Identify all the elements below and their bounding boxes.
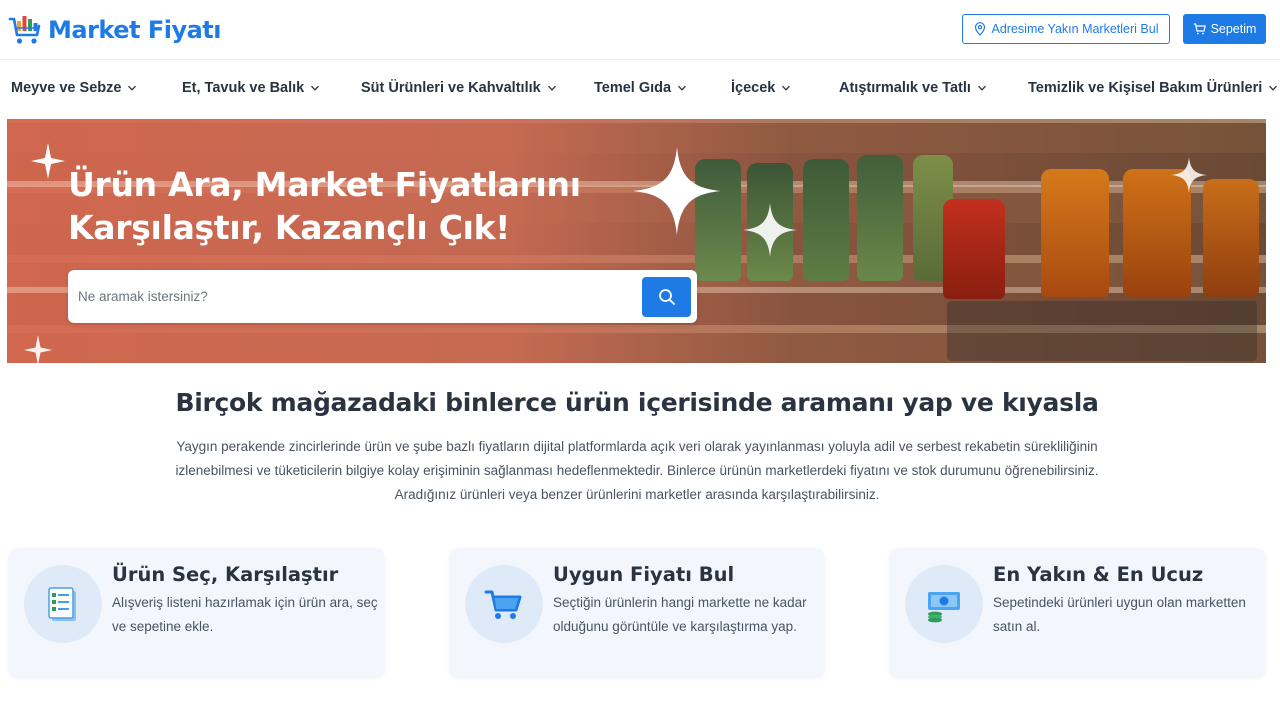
nav-item-label: Meyve ve Sebze [11,80,122,96]
nav-item-label: Atıştırmalık ve Tatlı [839,80,971,96]
find-nearby-markets-label: Adresime Yakın Marketleri Bul [991,22,1159,36]
chevron-down-icon [547,85,556,91]
hero-banner: Ürün Ara, Market Fiyatlarını Karşılaştır… [7,119,1266,363]
nav-item-label: Süt Ürünleri ve Kahvaltılık [361,80,541,96]
feature-title: Uygun Fiyatı Bul [553,563,735,586]
product-jar-image [1041,169,1109,297]
search-button[interactable] [642,276,691,317]
location-pin-icon [974,22,985,36]
nav-item-sut-urunleri[interactable]: Süt Ürünleri ve Kahvaltılık [361,60,557,116]
cart-button[interactable]: Sepetim [1183,14,1266,44]
chevron-down-icon [311,85,320,91]
feature-icon-wrap [905,565,983,643]
chevron-down-icon [977,85,986,91]
feature-card-compare: Ürün Seç, Karşılaştır Alışveriş listeni … [8,548,385,678]
shelf-shadow [947,301,1257,361]
feature-title: En Yakın & En Ucuz [993,563,1204,586]
checklist-icon [48,587,76,621]
hero-title-line-2: Karşılaştır, Kazançlı Çık! [68,208,511,247]
search-input[interactable] [78,289,642,304]
feature-icon-wrap [465,565,543,643]
hero-title: Ürün Ara, Market Fiyatlarını Karşılaştır… [68,163,588,249]
chevron-down-icon [678,85,687,91]
nav-item-label: Temizlik ve Kişisel Bakım Ürünleri [1028,80,1263,96]
feature-text: Sepetindeki ürünleri uygun olan markette… [993,595,1246,634]
nav-item-atistirmalik-tatli[interactable]: Atıştırmalık ve Tatlı [839,60,987,116]
feature-icon-wrap [24,565,102,643]
intro-title: Birçok mağazadaki binlerce ürün içerisin… [175,388,1099,417]
money-icon [928,592,960,623]
nav-item-temizlik-kisisel-bakim[interactable]: Temizlik ve Kişisel Bakım Ürünleri [1028,60,1278,116]
sparkle-icon [633,147,721,235]
sparkle-icon [31,143,65,179]
feature-text: Alışveriş listeni hazırlamak için ürün a… [112,595,378,634]
hero-title-line-1: Ürün Ara, Market Fiyatlarını [68,165,581,204]
site-logo[interactable]: Market Fiyatı [8,10,222,50]
product-jar-image [943,199,1005,299]
chevron-down-icon [1269,85,1278,91]
nav-item-et-tavuk-balik[interactable]: Et, Tavuk ve Balık [182,60,320,116]
sparkle-icon [23,335,53,363]
feature-title: Ürün Seç, Karşılaştır [112,563,339,586]
site-header: Market Fiyatı Adresime Yakın Marketleri … [0,0,1280,60]
cart-icon [1193,23,1206,35]
search-bar [68,270,697,323]
product-jar-image [1203,179,1259,297]
shopping-cart-icon [484,590,522,619]
nav-item-meyve-sebze[interactable]: Meyve ve Sebze [11,60,137,116]
feature-card-best-price: Uygun Fiyatı Bul Seçtiğin ürünlerin hang… [449,548,825,678]
nav-item-label: Et, Tavuk ve Balık [182,80,305,96]
chevron-down-icon [128,85,137,91]
feature-text: Seçtiğin ürünlerin hangi markette ne kad… [553,595,807,634]
product-jar-image [803,159,849,281]
intro-text: Yaygın perakende zincirlerinde ürün ve ş… [175,439,1099,502]
category-nav: Meyve ve Sebze Et, Tavuk ve Balık Süt Ür… [0,60,1280,116]
search-icon [658,288,675,305]
cart-bars-logo-icon [8,16,41,44]
nav-item-label: Temel Gıda [594,80,672,96]
sparkle-icon [1171,157,1207,193]
logo-text: Market Fiyatı [48,16,222,44]
nav-item-temel-gida[interactable]: Temel Gıda [594,60,687,116]
nav-item-icecek[interactable]: İçecek [731,60,791,116]
find-nearby-markets-button[interactable]: Adresime Yakın Marketleri Bul [962,14,1170,44]
product-jar-image [857,155,903,281]
chevron-down-icon [782,85,791,91]
cart-button-label: Sepetim [1210,22,1257,36]
feature-card-nearest-cheapest: En Yakın & En Ucuz Sepetindeki ürünleri … [889,548,1266,678]
nav-item-label: İçecek [731,80,776,96]
sparkle-icon [743,203,797,257]
